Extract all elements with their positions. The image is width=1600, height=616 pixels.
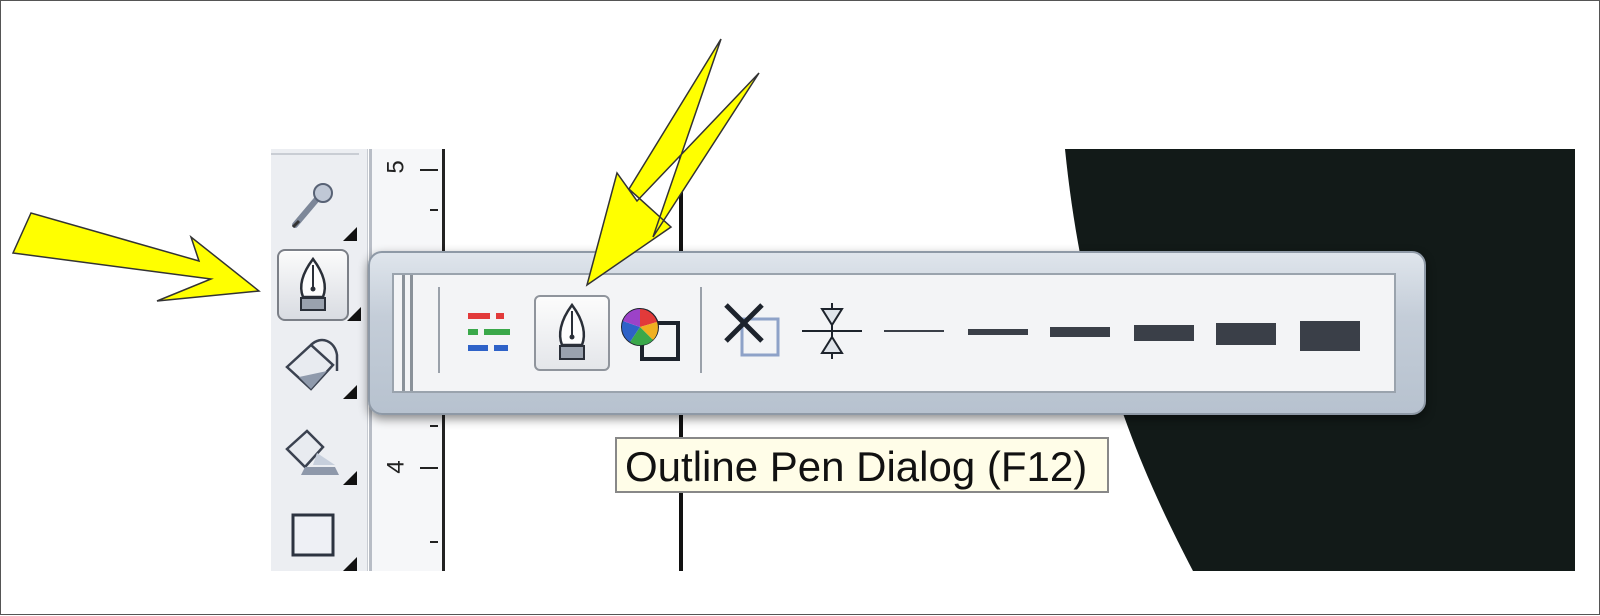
arrow-left-icon [11, 212, 261, 302]
callout-arrows [11, 38, 760, 302]
screenshot-frame: 5 4 Outline Pen Dialog (F12) [0, 0, 1600, 615]
arrow-top-icon [585, 38, 760, 287]
